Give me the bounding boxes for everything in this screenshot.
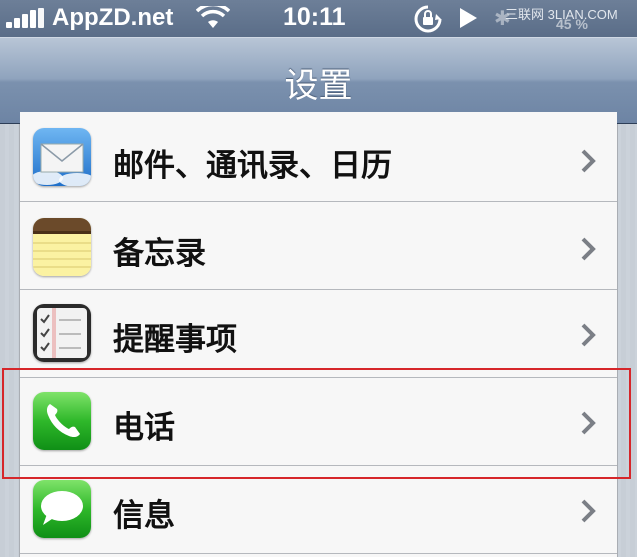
settings-row-messages[interactable]: 信息	[20, 466, 617, 554]
settings-row-mail[interactable]: 邮件、通讯录、日历	[20, 112, 617, 202]
rotation-lock-icon	[414, 5, 442, 33]
chevron-right-icon	[581, 499, 596, 523]
notes-icon	[33, 218, 91, 276]
settings-row-label: 邮件、通讯录、日历	[113, 148, 392, 184]
play-icon	[460, 8, 477, 28]
highlight-box	[2, 368, 631, 479]
settings-row-label: 提醒事项	[113, 322, 237, 358]
carrier-name: AppZD.net	[52, 4, 174, 31]
mail-icon	[33, 128, 91, 186]
status-time: 10:11	[283, 3, 346, 31]
reminders-icon	[33, 304, 91, 362]
settings-row-label: 备忘录	[113, 236, 206, 272]
wifi-icon	[196, 6, 230, 28]
chevron-right-icon	[581, 323, 596, 347]
chevron-right-icon	[581, 149, 596, 173]
settings-row-label: 信息	[113, 498, 175, 534]
settings-list: 邮件、通讯录、日历 备忘录 提醒事项 电话 信息	[19, 112, 618, 557]
signal-strength-icon	[6, 8, 46, 28]
chevron-right-icon	[581, 237, 596, 261]
watermark-text: 三联网 3LIAN.COM	[505, 7, 618, 22]
settings-row-notes[interactable]: 备忘录	[20, 202, 617, 290]
page-title: 设置	[284, 66, 353, 106]
settings-row-reminders[interactable]: 提醒事项	[20, 290, 617, 378]
status-bar: AppZD.net 10:11 ✱ 45 % 三联网 3LIAN.COM	[0, 0, 637, 37]
navigation-bar: 设置	[0, 37, 637, 124]
messages-icon	[33, 480, 91, 538]
